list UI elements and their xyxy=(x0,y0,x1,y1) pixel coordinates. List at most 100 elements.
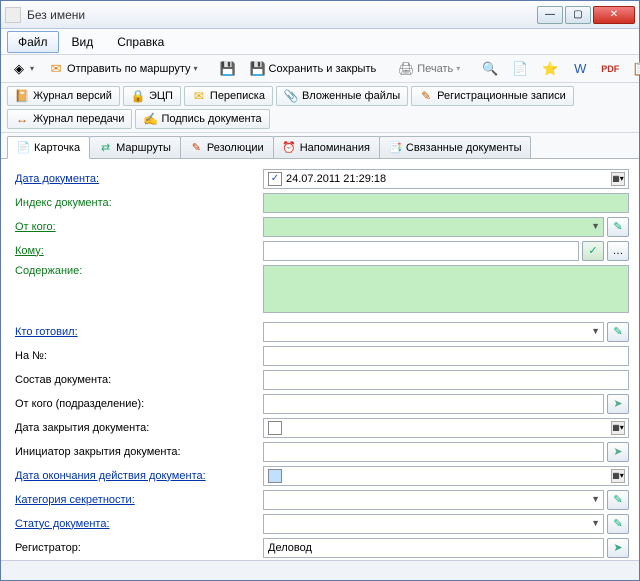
close-button[interactable]: ✕ xyxy=(593,6,635,24)
attachments-button[interactable]: 📎Вложенные файлы xyxy=(276,86,408,106)
tab-routes[interactable]: ⇄Маршруты xyxy=(89,136,181,158)
transfer-icon: ↔ xyxy=(15,112,29,126)
close-initiator-field[interactable] xyxy=(263,442,604,462)
label-prepared[interactable]: Кто готовил: xyxy=(15,326,263,338)
print-label: Печать xyxy=(417,63,453,75)
to-more-button[interactable]: … xyxy=(607,241,629,261)
expiry-date-checkbox[interactable] xyxy=(268,469,282,483)
save-close-icon: 💾 xyxy=(250,61,266,77)
tab-resolutions[interactable]: ✎Резолюции xyxy=(180,136,274,158)
pen-icon: ✎ xyxy=(419,89,433,103)
star-icon: ⭐ xyxy=(542,61,558,77)
chevron-down-icon: ▼ xyxy=(591,326,600,336)
tab-reminders[interactable]: ⏰Напоминания xyxy=(273,136,380,158)
from-edit-button[interactable]: ✎ xyxy=(607,217,629,237)
journal-transfer-button[interactable]: ↔Журнал передачи xyxy=(7,109,132,129)
menu-file[interactable]: Файл xyxy=(7,31,59,53)
composition-field[interactable] xyxy=(263,370,629,390)
tab-card[interactable]: 📄Карточка xyxy=(7,136,90,159)
reg-records-button[interactable]: ✎Регистрационные записи xyxy=(411,86,574,106)
ecp-button[interactable]: 🔒ЭЦП xyxy=(123,86,181,106)
tool-copy-button[interactable]: 📋 xyxy=(626,58,640,80)
label-close-initiator: Инициатор закрытия документа: xyxy=(15,446,263,458)
print-button[interactable]: 🖨Печать▾ xyxy=(392,58,466,80)
tool-search-button[interactable]: 🔍 xyxy=(476,58,504,80)
label-from[interactable]: От кого: xyxy=(15,221,263,233)
tool-pdf-button[interactable]: PDF xyxy=(596,58,624,80)
on-no-field[interactable] xyxy=(263,346,629,366)
mail-send-icon: ✉ xyxy=(48,61,64,77)
label-registrar: Регистратор: xyxy=(15,542,263,554)
tab-linked[interactable]: 📑Связанные документы xyxy=(379,136,532,158)
status-edit-button[interactable]: ✎ xyxy=(607,514,629,534)
doc-date-value: 24.07.2011 21:29:18 xyxy=(286,173,386,185)
calendar-icon[interactable]: ▦▾ xyxy=(611,172,625,186)
send-route-label: Отправить по маршруту xyxy=(67,63,191,75)
registrar-go-button[interactable]: ➤ xyxy=(607,538,629,558)
tool-word-button[interactable]: W xyxy=(566,58,594,80)
tool-page-button[interactable]: 📄 xyxy=(506,58,534,80)
secrecy-edit-button[interactable]: ✎ xyxy=(607,490,629,510)
label-secrecy[interactable]: Категория секретности: xyxy=(15,494,263,506)
from-dept-field[interactable] xyxy=(263,394,604,414)
search-icon: 🔍 xyxy=(482,61,498,77)
label-doc-date[interactable]: Дата документа: xyxy=(15,173,263,185)
close-date-checkbox[interactable] xyxy=(268,421,282,435)
save-icon: 💾 xyxy=(220,61,236,77)
mail-icon: ✉ xyxy=(192,89,206,103)
maximize-button[interactable]: ▢ xyxy=(565,6,591,24)
save-button[interactable]: 💾 xyxy=(214,58,242,80)
prepared-field[interactable]: ▼ xyxy=(263,322,604,342)
close-date-field[interactable]: ▦▾ xyxy=(263,418,629,438)
actionbar: 📔Журнал версий 🔒ЭЦП ✉Переписка 📎Вложенны… xyxy=(1,83,639,133)
titlebar: Без имени — ▢ ✕ xyxy=(1,1,639,29)
print-icon: 🖨 xyxy=(398,61,414,77)
menubar: Файл Вид Справка xyxy=(1,29,639,55)
form-pane: Дата документа: ✓ 24.07.2011 21:29:18 ▦▾… xyxy=(1,158,639,560)
status-field[interactable]: ▼ xyxy=(263,514,604,534)
close-initiator-go-button[interactable]: ➤ xyxy=(607,442,629,462)
menu-help[interactable]: Справка xyxy=(106,31,175,53)
correspondence-button[interactable]: ✉Переписка xyxy=(184,86,273,106)
to-check-button[interactable]: ✓ xyxy=(582,241,604,261)
label-close-date: Дата закрытия документа: xyxy=(15,422,263,434)
link-icon: 📑 xyxy=(389,141,402,154)
registrar-field[interactable]: Деловод xyxy=(263,538,604,558)
chevron-down-icon: ▼ xyxy=(591,518,600,528)
expiry-date-field[interactable]: ▦▾ xyxy=(263,466,629,486)
label-status[interactable]: Статус документа: xyxy=(15,518,263,530)
doc-date-field[interactable]: ✓ 24.07.2011 21:29:18 ▦▾ xyxy=(263,169,629,189)
send-route-button[interactable]: ✉Отправить по маршруту▾ xyxy=(42,58,204,80)
tool-star-button[interactable]: ⭐ xyxy=(536,58,564,80)
label-to[interactable]: Кому: xyxy=(15,245,263,257)
card-icon: 📄 xyxy=(17,141,30,154)
to-field[interactable] xyxy=(263,241,579,261)
doc-date-checkbox[interactable]: ✓ xyxy=(268,172,282,186)
routes-icon: ⇄ xyxy=(99,141,112,154)
app-icon xyxy=(5,7,21,23)
statusbar xyxy=(1,560,639,580)
clip-icon: 📎 xyxy=(284,89,298,103)
bell-icon: ⏰ xyxy=(283,141,296,154)
label-expiry-date[interactable]: Дата окончания действия документа: xyxy=(15,470,263,482)
prepared-edit-button[interactable]: ✎ xyxy=(607,322,629,342)
menu-view[interactable]: Вид xyxy=(61,31,105,53)
window-title: Без имени xyxy=(27,8,537,22)
expand-all-button[interactable]: ◈▾ xyxy=(5,58,40,80)
toolbar: ◈▾ ✉Отправить по маршруту▾ 💾 💾Сохранить … xyxy=(1,55,639,83)
from-field[interactable]: ▼ xyxy=(263,217,604,237)
content-field[interactable] xyxy=(263,265,629,313)
save-close-button[interactable]: 💾Сохранить и закрыть xyxy=(244,58,383,80)
calendar-icon[interactable]: ▦▾ xyxy=(611,469,625,483)
calendar-icon[interactable]: ▦▾ xyxy=(611,421,625,435)
sign-doc-button[interactable]: ✍Подпись документа xyxy=(135,109,269,129)
secrecy-field[interactable]: ▼ xyxy=(263,490,604,510)
sign-icon: ✍ xyxy=(143,112,157,126)
pdf-icon: PDF xyxy=(602,61,618,77)
journal-versions-button[interactable]: 📔Журнал версий xyxy=(7,86,120,106)
chevron-down-icon: ▼ xyxy=(591,494,600,504)
minimize-button[interactable]: — xyxy=(537,6,563,24)
doc-index-field[interactable] xyxy=(263,193,629,213)
from-dept-go-button[interactable]: ➤ xyxy=(607,394,629,414)
label-content: Содержание: xyxy=(15,265,263,277)
